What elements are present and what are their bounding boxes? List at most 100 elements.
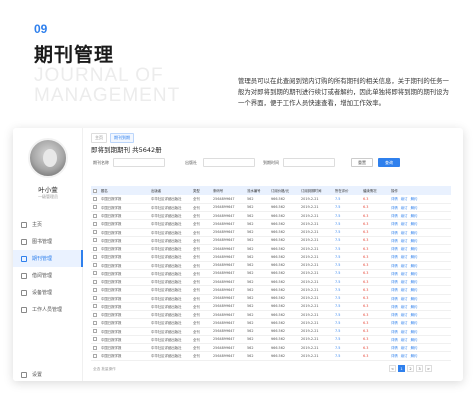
page-button[interactable]: < bbox=[389, 365, 396, 372]
row-checkbox[interactable] bbox=[93, 337, 97, 342]
row-action-2[interactable]: 解约 bbox=[411, 255, 418, 259]
row-action-1[interactable]: 续订 bbox=[401, 346, 408, 350]
page-button[interactable]: 2 bbox=[407, 365, 414, 372]
table-row[interactable]: 中国日报学报 中华社区详细出版社 全刊 2564899647 562 ¥66.562 201… bbox=[91, 277, 451, 287]
row-action-0[interactable]: 详情 bbox=[391, 280, 398, 284]
row-action-2[interactable]: 解约 bbox=[411, 305, 418, 309]
table-row[interactable]: 中国日报学报 中华社区详细出版社 全刊 2564899647 562 ¥66.562 201… bbox=[91, 351, 451, 361]
row-checkbox[interactable] bbox=[93, 230, 97, 235]
table-row[interactable]: 中国日报学报 中华社区详细出版社 全刊 2564899647 562 ¥66.562 201… bbox=[91, 203, 451, 213]
due-date-input[interactable] bbox=[283, 158, 335, 167]
row-checkbox[interactable] bbox=[93, 246, 97, 251]
row-action-2[interactable]: 解约 bbox=[411, 231, 418, 235]
row-action-0[interactable]: 详情 bbox=[391, 272, 398, 276]
row-checkbox[interactable] bbox=[93, 329, 97, 334]
row-action-0[interactable]: 详情 bbox=[391, 305, 398, 309]
row-action-0[interactable]: 详情 bbox=[391, 321, 398, 325]
row-checkbox[interactable] bbox=[93, 254, 97, 259]
bulk-actions[interactable]: 全选 批量操作 bbox=[93, 367, 116, 372]
sidebar-item-1[interactable]: 图书管理 bbox=[13, 233, 83, 250]
row-action-0[interactable]: 详情 bbox=[391, 197, 398, 201]
row-action-0[interactable]: 详情 bbox=[391, 313, 398, 317]
table-row[interactable]: 中国日报学报 中华社区详细出版社 全刊 2564899647 562 ¥66.562 201… bbox=[91, 244, 451, 254]
row-action-1[interactable]: 续订 bbox=[401, 255, 408, 259]
row-action-2[interactable]: 解约 bbox=[411, 330, 418, 334]
sidebar-item-2[interactable]: 期刊管理 bbox=[13, 250, 83, 267]
sidebar-item-5[interactable]: 工作人员管理 bbox=[13, 301, 83, 318]
table-row[interactable]: 中国日报学报 中华社区详细出版社 全刊 2564899647 562 ¥66.562 201… bbox=[91, 302, 451, 312]
row-action-2[interactable]: 解约 bbox=[411, 280, 418, 284]
sidebar-item-settings[interactable]: 设置 bbox=[13, 366, 83, 381]
row-action-2[interactable]: 解约 bbox=[411, 222, 418, 226]
avatar[interactable] bbox=[28, 138, 68, 178]
table-row[interactable]: 中国日报学报 中华社区详细出版社 全刊 2564899647 562 ¥66.562 201… bbox=[91, 318, 451, 328]
row-action-1[interactable]: 续订 bbox=[401, 280, 408, 284]
page-button[interactable]: > bbox=[425, 365, 432, 372]
reset-button[interactable]: 重置 bbox=[351, 158, 373, 167]
row-action-1[interactable]: 续订 bbox=[401, 247, 408, 251]
table-row[interactable]: 中国日报学报 中华社区详细出版社 全刊 2564899647 562 ¥66.562 201… bbox=[91, 310, 451, 320]
table-row[interactable]: 中国日报学报 中华社区详细出版社 全刊 2564899647 562 ¥66.562 201… bbox=[91, 327, 451, 336]
row-action-1[interactable]: 续订 bbox=[401, 313, 408, 317]
row-checkbox[interactable] bbox=[93, 296, 97, 301]
row-action-2[interactable]: 解约 bbox=[411, 297, 418, 301]
row-action-1[interactable]: 续订 bbox=[401, 330, 408, 334]
row-action-0[interactable]: 详情 bbox=[391, 354, 398, 358]
row-checkbox[interactable] bbox=[93, 213, 97, 218]
row-checkbox[interactable] bbox=[93, 304, 97, 309]
row-action-2[interactable]: 解约 bbox=[411, 239, 418, 243]
row-action-2[interactable]: 解约 bbox=[411, 288, 418, 292]
table-row[interactable]: 中国日报学报 中华社区详细出版社 全刊 2564899647 562 ¥66.562 201… bbox=[91, 219, 451, 229]
journal-name-input[interactable] bbox=[113, 158, 165, 167]
row-action-1[interactable]: 续订 bbox=[401, 272, 408, 276]
sidebar-item-0[interactable]: 主页 bbox=[13, 216, 83, 233]
row-action-2[interactable]: 解约 bbox=[411, 264, 418, 268]
row-action-0[interactable]: 详情 bbox=[391, 206, 398, 210]
row-action-1[interactable]: 续订 bbox=[401, 321, 408, 325]
row-checkbox[interactable] bbox=[93, 320, 97, 325]
row-action-1[interactable]: 续订 bbox=[401, 206, 408, 210]
row-action-0[interactable]: 详情 bbox=[391, 346, 398, 350]
table-row[interactable]: 中国日报学报 中华社区详细出版社 全刊 2564899647 562 ¥66.562 201… bbox=[91, 228, 451, 237]
row-checkbox[interactable] bbox=[93, 238, 97, 243]
row-action-2[interactable]: 解约 bbox=[411, 197, 418, 201]
publisher-input[interactable] bbox=[203, 158, 255, 167]
row-action-1[interactable]: 续订 bbox=[401, 305, 408, 309]
row-checkbox[interactable] bbox=[93, 263, 97, 268]
row-action-2[interactable]: 解约 bbox=[411, 313, 418, 317]
row-action-1[interactable]: 续订 bbox=[401, 214, 408, 218]
row-action-0[interactable]: 详情 bbox=[391, 338, 398, 342]
row-action-0[interactable]: 详情 bbox=[391, 297, 398, 301]
row-checkbox[interactable] bbox=[93, 271, 97, 276]
table-row[interactable]: 中国日报学报 中华社区详细出版社 全刊 2564899647 562 ¥66.562 201… bbox=[91, 335, 451, 345]
table-row[interactable]: 中国日报学报 中华社区详细出版社 全刊 2564899647 562 ¥66.562 201… bbox=[91, 343, 451, 353]
table-row[interactable]: 中国日报学报 中华社区详细出版社 全刊 2564899647 562 ¥66.562 201… bbox=[91, 285, 451, 295]
page-button[interactable]: 3 bbox=[416, 365, 423, 372]
row-action-0[interactable]: 详情 bbox=[391, 231, 398, 235]
page-button[interactable]: 1 bbox=[398, 365, 405, 372]
row-action-2[interactable]: 解约 bbox=[411, 247, 418, 251]
row-action-1[interactable]: 续订 bbox=[401, 354, 408, 358]
row-action-1[interactable]: 续订 bbox=[401, 297, 408, 301]
row-action-1[interactable]: 续订 bbox=[401, 338, 408, 342]
select-all-checkbox[interactable] bbox=[93, 188, 97, 193]
row-action-0[interactable]: 详情 bbox=[391, 264, 398, 268]
row-action-1[interactable]: 续订 bbox=[401, 231, 408, 235]
row-action-0[interactable]: 详情 bbox=[391, 214, 398, 218]
row-action-0[interactable]: 详情 bbox=[391, 288, 398, 292]
row-action-2[interactable]: 解约 bbox=[411, 321, 418, 325]
row-action-2[interactable]: 解约 bbox=[411, 206, 418, 210]
row-action-1[interactable]: 续订 bbox=[401, 288, 408, 292]
row-action-2[interactable]: 解约 bbox=[411, 354, 418, 358]
row-checkbox[interactable] bbox=[93, 279, 97, 284]
row-checkbox[interactable] bbox=[93, 221, 97, 226]
table-row[interactable]: 中国日报学报 中华社区详细出版社 全刊 2564899647 562 ¥66.562 201… bbox=[91, 252, 451, 262]
breadcrumb-home[interactable]: 主页 bbox=[91, 133, 107, 143]
row-action-0[interactable]: 详情 bbox=[391, 239, 398, 243]
table-row[interactable]: 中国日报学报 中华社区详细出版社 全刊 2564899647 562 ¥66.562 201… bbox=[91, 195, 451, 204]
row-checkbox[interactable] bbox=[93, 196, 97, 201]
row-checkbox[interactable] bbox=[93, 312, 97, 317]
sidebar-item-3[interactable]: 借阅管理 bbox=[13, 267, 83, 284]
row-action-0[interactable]: 详情 bbox=[391, 330, 398, 334]
row-action-0[interactable]: 详情 bbox=[391, 247, 398, 251]
